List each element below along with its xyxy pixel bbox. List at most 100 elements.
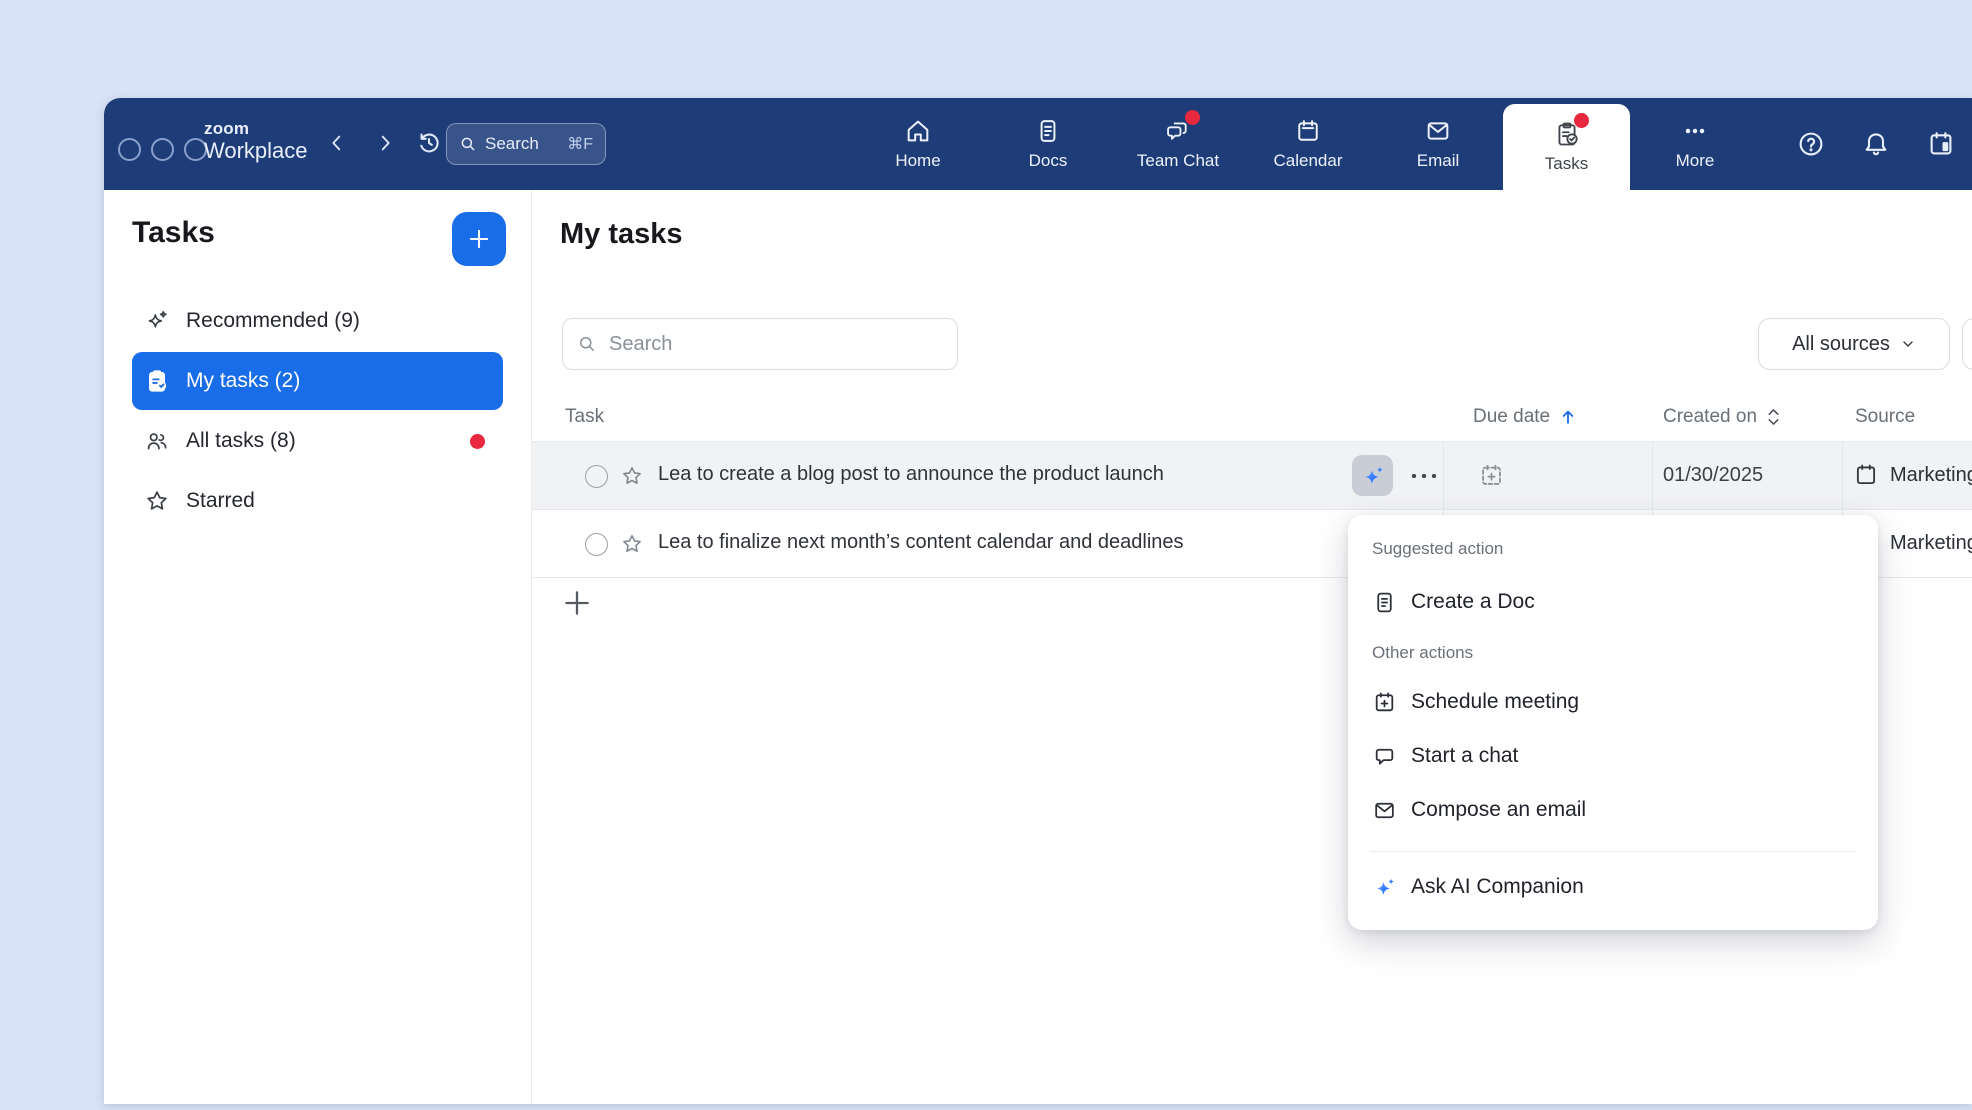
doc-icon: [1372, 590, 1397, 615]
add-due-date-icon[interactable]: [1478, 462, 1505, 489]
star-icon: [144, 488, 170, 514]
sidebar-item-label: My tasks (2): [186, 369, 300, 393]
ai-companion-button[interactable]: [1352, 455, 1393, 496]
chevron-down-icon: [1900, 336, 1916, 352]
cell-divider: [1443, 442, 1444, 509]
logo-line1: zoom: [204, 120, 308, 137]
people-icon: [144, 428, 170, 454]
notification-badge: [1574, 113, 1589, 128]
other-actions-label: Other actions: [1348, 639, 1878, 667]
task-search-field[interactable]: [562, 318, 958, 370]
tasks-sidebar: Tasks Recommended (9): [104, 190, 532, 1104]
table-row[interactable]: Lea to create a blog post to announce th…: [532, 442, 1972, 510]
sort-toggle-icon: [1765, 406, 1782, 428]
sidebar-title: Tasks: [132, 216, 215, 250]
task-title[interactable]: Lea to finalize next month’s content cal…: [658, 531, 1184, 554]
docs-icon: [1034, 117, 1062, 145]
menu-item-schedule-meeting[interactable]: Schedule meeting: [1348, 675, 1878, 729]
zoom-workplace-window: zoom Workplace Search ⌘F: [104, 98, 1972, 1104]
source-value: Marketing: [1890, 464, 1972, 487]
filter-button-partial[interactable]: [1962, 318, 1972, 370]
sidebar-item-my-tasks[interactable]: My tasks (2): [132, 352, 503, 410]
calendar-icon: [1294, 117, 1322, 145]
history-icon: [415, 129, 443, 157]
team-chat-icon: [1164, 117, 1192, 145]
created-on-value: 01/30/2025: [1663, 464, 1763, 487]
menu-item-compose-email[interactable]: Compose an email: [1348, 783, 1878, 837]
window-close-button[interactable]: [118, 138, 141, 161]
primary-nav: Home Docs Team Chat: [853, 98, 1760, 190]
table-header: Task Due date Created on Source: [532, 390, 1972, 442]
window-minimize-button[interactable]: [151, 138, 174, 161]
forward-button[interactable]: [370, 128, 400, 158]
top-navigation-bar: zoom Workplace Search ⌘F: [104, 98, 1972, 190]
column-header-source[interactable]: Source: [1855, 406, 1915, 428]
source-value: Marketing: [1890, 532, 1972, 555]
bell-icon[interactable]: [1861, 129, 1891, 159]
window-controls: [118, 138, 207, 161]
plus-icon: [466, 226, 492, 252]
email-icon: [1424, 117, 1452, 145]
ai-sparkle-icon: [1360, 463, 1386, 489]
nav-team-chat[interactable]: Team Chat: [1113, 98, 1243, 190]
column-header-due-date[interactable]: Due date: [1473, 406, 1578, 428]
history-button[interactable]: [414, 128, 444, 158]
help-icon[interactable]: [1796, 129, 1826, 159]
cell-divider: [1652, 442, 1653, 509]
main-content: My tasks All sources Task Due date: [532, 190, 1972, 1104]
my-tasks-icon: [144, 368, 170, 394]
task-complete-checkbox[interactable]: [585, 465, 608, 488]
suggested-action-label: Suggested action: [1348, 535, 1878, 563]
sidebar-item-label: Starred: [186, 489, 255, 513]
sidebar-item-all-tasks[interactable]: All tasks (8): [132, 412, 503, 470]
add-task-button[interactable]: [452, 212, 506, 266]
chat-icon: [1372, 744, 1397, 769]
unread-dot: [470, 434, 485, 449]
nav-email[interactable]: Email: [1373, 98, 1503, 190]
search-shortcut: ⌘F: [567, 134, 593, 154]
sidebar-item-label: Recommended (9): [186, 309, 360, 333]
nav-home[interactable]: Home: [853, 98, 983, 190]
calendar-add-icon: [1372, 690, 1397, 715]
sources-filter-dropdown[interactable]: All sources: [1758, 318, 1950, 370]
sidebar-item-recommended[interactable]: Recommended (9): [132, 292, 503, 350]
ai-companion-icon: [1372, 875, 1397, 900]
nav-tasks-active-tab[interactable]: Tasks: [1503, 104, 1630, 190]
menu-item-ask-ai-companion[interactable]: Ask AI Companion: [1348, 860, 1878, 914]
home-icon: [904, 117, 932, 145]
nav-docs[interactable]: Docs: [983, 98, 1113, 190]
chevron-right-icon: [374, 132, 396, 154]
row-more-actions-button[interactable]: [1406, 463, 1442, 489]
sparkle-icon: [144, 308, 170, 334]
zoom-workplace-logo: zoom Workplace: [204, 120, 308, 162]
menu-item-create-doc[interactable]: Create a Doc: [1348, 575, 1878, 629]
search-icon: [459, 135, 477, 153]
email-icon: [1372, 798, 1397, 823]
nav-more[interactable]: More: [1630, 98, 1760, 190]
column-header-created-on[interactable]: Created on: [1663, 406, 1782, 428]
back-button[interactable]: [322, 128, 352, 158]
meetings-panel-icon[interactable]: [1926, 129, 1956, 159]
column-header-task[interactable]: Task: [565, 406, 604, 428]
nav-calendar[interactable]: Calendar: [1243, 98, 1373, 190]
page-title: My tasks: [560, 218, 683, 251]
sources-filter-label: All sources: [1792, 333, 1890, 356]
task-title[interactable]: Lea to create a blog post to announce th…: [658, 463, 1164, 486]
ai-actions-menu: Suggested action Create a Doc Other acti…: [1348, 515, 1878, 930]
logo-line2: Workplace: [204, 140, 308, 162]
global-search-button[interactable]: Search ⌘F: [446, 123, 606, 165]
sidebar-item-label: All tasks (8): [186, 429, 296, 453]
task-complete-checkbox[interactable]: [585, 533, 608, 556]
notification-badge: [1185, 110, 1200, 125]
topbar-right-actions: [1796, 129, 1956, 159]
star-icon[interactable]: [620, 464, 644, 488]
search-icon: [577, 334, 597, 354]
menu-divider: [1370, 851, 1856, 852]
star-icon[interactable]: [620, 532, 644, 556]
task-search-input[interactable]: [607, 332, 907, 357]
add-row-button[interactable]: [560, 586, 594, 620]
sidebar-item-starred[interactable]: Starred: [132, 472, 503, 530]
global-search-placeholder: Search: [485, 134, 539, 154]
sort-ascending-icon: [1558, 407, 1578, 427]
menu-item-start-chat[interactable]: Start a chat: [1348, 729, 1878, 783]
